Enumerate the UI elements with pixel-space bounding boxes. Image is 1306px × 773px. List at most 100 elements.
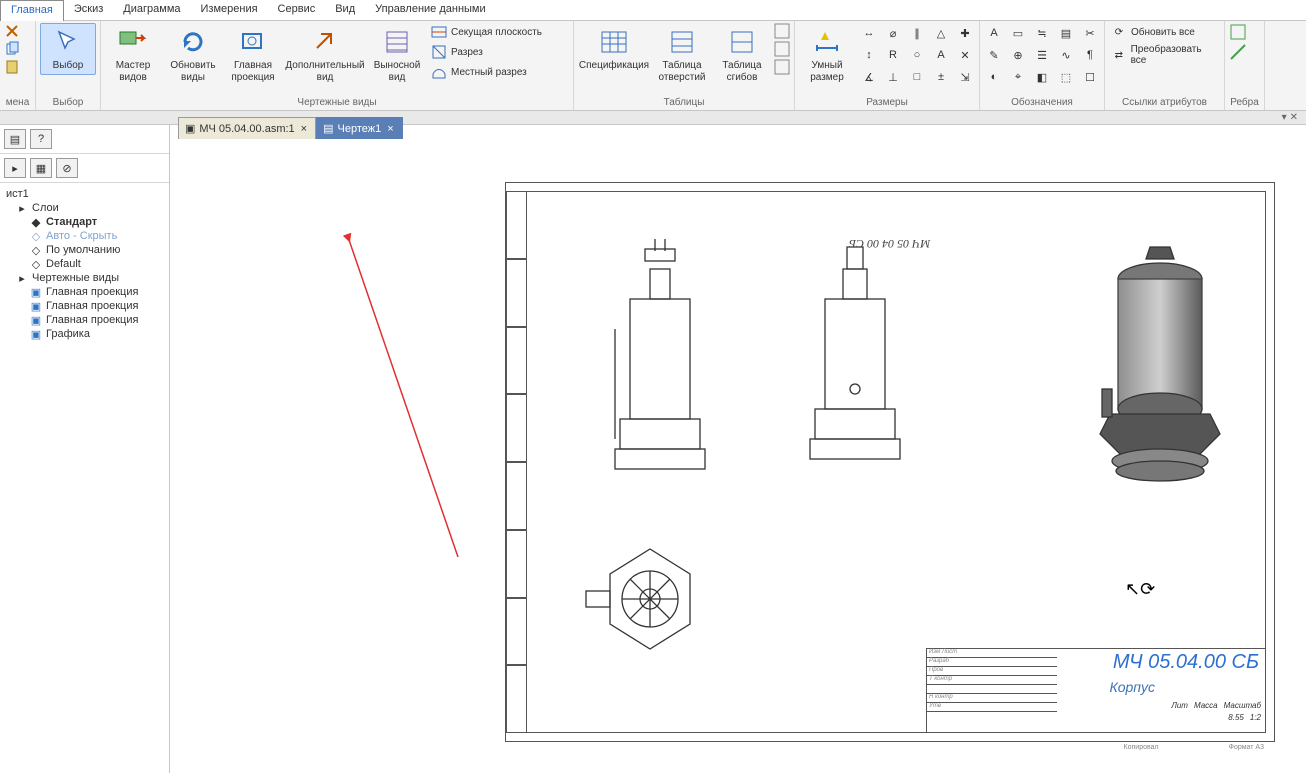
ann-15-icon[interactable]: ☐ (1080, 67, 1100, 87)
section-button[interactable]: Разрез (429, 43, 569, 61)
smart-dim-button[interactable]: Умный размер (799, 23, 855, 87)
ann-12-icon[interactable]: ⬚ (1056, 67, 1076, 87)
view-wizard-button[interactable]: Мастер видов (105, 23, 161, 87)
aux-view-icon (309, 26, 341, 58)
group-clipboard-label: мена (4, 96, 31, 110)
ann-3-icon[interactable]: ◐ (984, 67, 1004, 87)
menu-main[interactable]: Главная (0, 0, 64, 21)
dim-10-icon[interactable]: △ (931, 23, 951, 43)
ann-9-icon[interactable]: ◧ (1032, 67, 1052, 87)
top-view[interactable] (580, 539, 720, 669)
tree-btn-2[interactable]: ? (30, 129, 52, 149)
ann-4-icon[interactable]: ▭ (1008, 23, 1028, 43)
tree-btn-3[interactable]: ▸ (4, 158, 26, 178)
dim-icons: ↔ ↕ ∡ ⌀ R ⊥ ∥ ○ □ △ A ± ✚ ✕ ⇲ (859, 23, 975, 87)
ann-10-icon[interactable]: ▤ (1056, 23, 1076, 43)
tree-layer-default[interactable]: ◇Default (2, 257, 165, 271)
ann-14-icon[interactable]: ¶ (1080, 45, 1100, 65)
select-button[interactable]: Выбор (40, 23, 96, 75)
dim-12-icon[interactable]: ± (931, 67, 951, 87)
ann-6-icon[interactable]: ⌖ (1008, 67, 1028, 87)
dim-1-icon[interactable]: ↔ (859, 23, 879, 43)
doc-tab-asm[interactable]: ▣ МЧ 05.04.00.asm:1 × (178, 117, 316, 139)
dim-2-icon[interactable]: ↕ (859, 45, 879, 65)
tree-view-1[interactable]: ▣Главная проекция (2, 285, 165, 299)
menu-view[interactable]: Вид (325, 0, 365, 20)
dim-5-icon[interactable]: R (883, 45, 903, 65)
dim-3-icon[interactable]: ∡ (859, 67, 879, 87)
tree-layer-defaultru[interactable]: ◇По умолчанию (2, 243, 165, 257)
copy-icon[interactable] (4, 41, 20, 57)
drawing-icon: ▤ (323, 122, 333, 135)
view-icon: ▣ (30, 300, 42, 312)
ann-8-icon[interactable]: ☰ (1032, 45, 1052, 65)
update-views-button[interactable]: Обновить виды (165, 23, 221, 87)
title-block[interactable]: Изм Лист Разраб Пров Т контр Н контр Утв… (926, 648, 1266, 733)
ann-7-icon[interactable]: ≒ (1032, 23, 1052, 43)
tree-btn-4[interactable]: ▦ (30, 158, 52, 178)
mouse-cursor-icon: ↖⟳ (1125, 579, 1155, 600)
front-view[interactable] (595, 239, 725, 489)
table-small-2-icon[interactable] (774, 41, 790, 57)
bend-table-button[interactable]: Таблица сгибов (714, 23, 770, 87)
pin-icon[interactable]: ▾ (1282, 112, 1287, 123)
table-small-1-icon[interactable] (774, 23, 790, 39)
ann-2-icon[interactable]: ✎ (984, 45, 1004, 65)
dim-15-icon[interactable]: ⇲ (955, 67, 975, 87)
dim-8-icon[interactable]: ○ (907, 45, 927, 65)
hole-table-button[interactable]: Таблица отверстий (654, 23, 710, 87)
feature-tree[interactable]: ист1 ▸Слои ◆Стандарт ◇Авто - Скрыть ◇По … (0, 183, 169, 345)
dim-6-icon[interactable]: ⊥ (883, 67, 903, 87)
refresh-all-button[interactable]: ⟳Обновить все (1109, 23, 1220, 41)
tree-btn-1[interactable]: ▤ (4, 129, 26, 149)
callout-view-button[interactable]: Выносной вид (369, 23, 425, 87)
menu-sketch[interactable]: Эскиз (64, 0, 113, 20)
table-small-3-icon[interactable] (774, 59, 790, 75)
dim-4-icon[interactable]: ⌀ (883, 23, 903, 43)
menu-diagram[interactable]: Диаграмма (113, 0, 190, 20)
smart-dim-icon (811, 26, 843, 58)
doc-tab-drawing[interactable]: ▤ Чертеж1 × (316, 117, 403, 139)
group-annot-label: Обозначения (984, 96, 1100, 110)
layer-icon: ◆ (30, 216, 42, 228)
side-view[interactable] (795, 239, 915, 489)
refresh-all-icon: ⟳ (1111, 24, 1127, 40)
ann-1-icon[interactable]: A (984, 23, 1004, 43)
tree-view-3[interactable]: ▣Главная проекция (2, 313, 165, 327)
layer-icon: ◇ (30, 244, 42, 256)
edge-1-icon[interactable] (1229, 23, 1247, 41)
convert-all-button[interactable]: ⇄Преобразовать все (1109, 43, 1220, 67)
close-icon[interactable]: × (299, 123, 309, 135)
drawing-canvas[interactable]: Направленная рамка ▤ ▥ ↖ ▭ ▯ ◀ ▶ ✔ ✖ МЧ … (170, 139, 1306, 773)
view-icon: ▣ (30, 286, 42, 298)
dim-13-icon[interactable]: ✚ (955, 23, 975, 43)
menu-data[interactable]: Управление данными (365, 0, 496, 20)
tree-view-2[interactable]: ▣Главная проекция (2, 299, 165, 313)
dim-9-icon[interactable]: □ (907, 67, 927, 87)
aux-view-button[interactable]: Дополнительный вид (285, 23, 365, 87)
main-projection-button[interactable]: Главная проекция (225, 23, 281, 87)
local-section-button[interactable]: Местный разрез (429, 63, 569, 81)
edge-2-icon[interactable] (1229, 43, 1247, 61)
dim-7-icon[interactable]: ∥ (907, 23, 927, 43)
ann-11-icon[interactable]: ∿ (1056, 45, 1076, 65)
spec-button[interactable]: Спецификация (578, 23, 650, 75)
dim-14-icon[interactable]: ✕ (955, 45, 975, 65)
ann-5-icon[interactable]: ⊕ (1008, 45, 1028, 65)
ann-13-icon[interactable]: ✂ (1080, 23, 1100, 43)
menu-service[interactable]: Сервис (268, 0, 326, 20)
tree-btn-5[interactable]: ⊘ (56, 158, 78, 178)
dim-11-icon[interactable]: A (931, 45, 951, 65)
iso-view[interactable] (1070, 239, 1240, 499)
menu-measure[interactable]: Измерения (191, 0, 268, 20)
close-icon[interactable]: × (385, 123, 395, 135)
tree-layer-autohide[interactable]: ◇Авто - Скрыть (2, 229, 165, 243)
convert-all-icon: ⇄ (1111, 47, 1127, 63)
paste-icon[interactable] (4, 59, 20, 75)
cut-icon[interactable] (4, 23, 20, 39)
view-icon: ▣ (30, 314, 42, 326)
close-icon[interactable]: ✕ (1290, 112, 1298, 123)
cutting-plane-button[interactable]: Секущая плоскость (429, 23, 569, 41)
tree-layer-standard[interactable]: ◆Стандарт (2, 215, 165, 229)
tree-view-4[interactable]: ▣Графика (2, 327, 165, 341)
